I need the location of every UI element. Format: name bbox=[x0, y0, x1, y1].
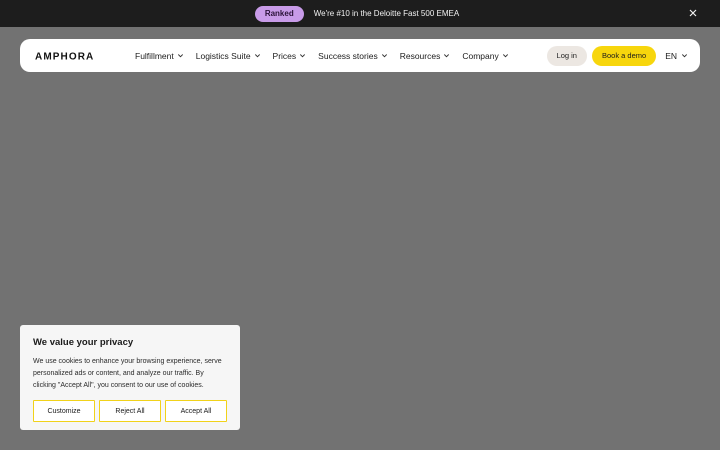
announcement-bar: Ranked We're #10 in the Deloitte Fast 50… bbox=[0, 0, 720, 27]
announcement-content[interactable]: Ranked We're #10 in the Deloitte Fast 50… bbox=[254, 5, 459, 22]
nav-item-label: Resources bbox=[399, 50, 441, 61]
customize-button[interactable]: Customize bbox=[33, 400, 95, 422]
login-button[interactable]: Log in bbox=[546, 45, 587, 66]
nav-item-label: Success stories bbox=[318, 50, 378, 61]
nav-item-logistics-suite[interactable]: Logistics Suite bbox=[196, 51, 261, 61]
nav-item-fulfillment[interactable]: Fulfillment bbox=[135, 51, 184, 61]
main-navbar: AMPHORA Fulfillment Logistics Suite Pric… bbox=[20, 39, 700, 72]
amphora-logo[interactable]: AMPHORA bbox=[35, 51, 113, 61]
nav-item-label: Company bbox=[462, 50, 499, 61]
chevron-down-icon bbox=[444, 54, 450, 58]
nav-item-prices[interactable]: Prices bbox=[273, 51, 307, 61]
nav-item-label: Logistics Suite bbox=[195, 50, 251, 61]
nav-menu: Fulfillment Logistics Suite Prices Succe… bbox=[135, 51, 509, 61]
nav-actions: Log in Book a demo EN bbox=[546, 45, 688, 66]
language-selector[interactable]: EN bbox=[665, 51, 688, 61]
chevron-down-icon bbox=[300, 54, 306, 58]
cookie-title: We value your privacy bbox=[33, 337, 134, 348]
nav-item-success-stories[interactable]: Success stories bbox=[318, 51, 388, 61]
close-icon[interactable] bbox=[686, 6, 700, 20]
logo-text: AMPHORA bbox=[35, 51, 94, 60]
nav-item-label: Prices bbox=[272, 50, 297, 61]
accept-all-button[interactable]: Accept All bbox=[165, 400, 227, 422]
cookie-buttons: Customize Reject All Accept All bbox=[33, 400, 227, 422]
nav-item-resources[interactable]: Resources bbox=[400, 51, 451, 61]
chevron-down-icon bbox=[177, 54, 183, 58]
chevron-down-icon bbox=[254, 54, 260, 58]
language-label: EN bbox=[665, 50, 677, 61]
cookie-description: We use cookies to enhance your browsing … bbox=[33, 358, 222, 389]
reject-all-button[interactable]: Reject All bbox=[99, 400, 161, 422]
ranked-badge: Ranked bbox=[254, 5, 304, 22]
chevron-down-icon bbox=[381, 54, 387, 58]
book-demo-button[interactable]: Book a demo bbox=[591, 45, 657, 66]
chevron-down-icon bbox=[681, 54, 688, 58]
announcement-text[interactable]: We're #10 in the Deloitte Fast 500 EMEA bbox=[314, 9, 459, 18]
chevron-down-icon bbox=[502, 54, 508, 58]
cookie-consent-dialog: We value your privacy We use cookies to … bbox=[20, 325, 240, 430]
nav-item-label: Fulfillment bbox=[135, 50, 174, 61]
nav-item-company[interactable]: Company bbox=[462, 51, 508, 61]
